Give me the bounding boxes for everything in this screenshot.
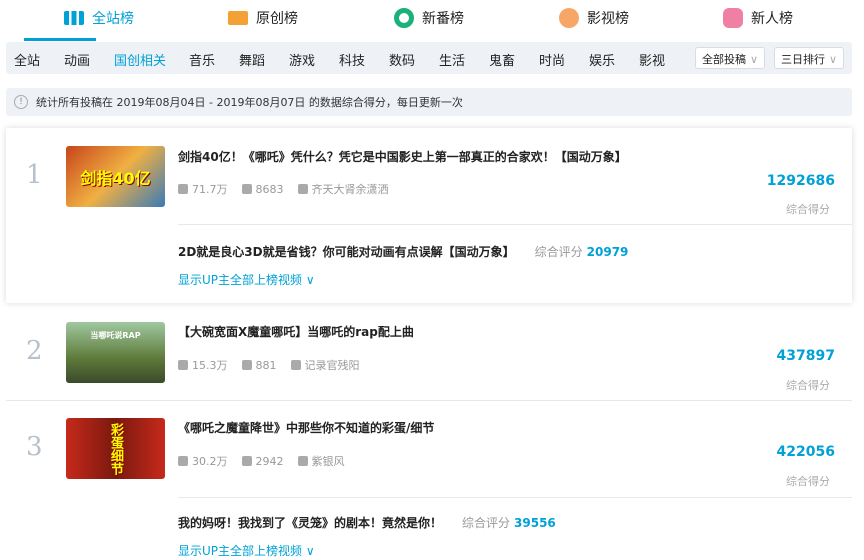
chevron-down-icon: ∨ bbox=[305, 273, 315, 287]
divider bbox=[6, 400, 852, 401]
video-stats: 71.7万 8683 齐天大肾余潇洒 bbox=[178, 181, 389, 197]
nav-item[interactable]: 游戏 bbox=[289, 50, 315, 69]
danmaku-icon bbox=[241, 184, 252, 194]
score-value: 422056 bbox=[776, 444, 835, 460]
divider bbox=[178, 497, 852, 498]
nav-item[interactable]: 时尚 bbox=[539, 50, 565, 69]
show-all-up-videos-link[interactable]: 显示UP主全部上榜视频 ∨ bbox=[178, 271, 315, 288]
nav-item[interactable]: 影视 bbox=[639, 50, 665, 69]
nav-item[interactable]: 全站 bbox=[14, 50, 40, 69]
video-title[interactable]: 【大碗宽面X魔童哪吒】当哪吒的rap配上曲 bbox=[178, 323, 414, 340]
active-tab-underline bbox=[24, 38, 96, 41]
nav-item[interactable]: 娱乐 bbox=[589, 50, 615, 69]
video-title[interactable]: 《哪吒之魔童降世》中那些你不知道的彩蛋/细节 bbox=[178, 419, 434, 436]
user-icon bbox=[297, 456, 308, 466]
play-icon bbox=[178, 184, 188, 194]
nav-item[interactable]: 动画 bbox=[64, 50, 90, 69]
tab-newcomer[interactable]: 新人榜 bbox=[723, 6, 793, 30]
user-icon bbox=[290, 360, 301, 370]
nav-item[interactable]: 音乐 bbox=[189, 50, 215, 69]
crown-icon bbox=[228, 11, 248, 25]
rank-tabs: 全站榜 原创榜 新番榜 影视榜 新人榜 bbox=[0, 0, 864, 41]
video-stats: 30.2万 2942 紫银风 bbox=[178, 453, 345, 469]
video-title[interactable]: 剑指40亿！《哪吒》凭什么？凭它是中国影史上第一部真正的合家欢！【国动万象】 bbox=[178, 148, 627, 165]
tab-all-site[interactable]: 全站榜 bbox=[64, 6, 134, 30]
nav-item[interactable]: 生活 bbox=[439, 50, 465, 69]
tab-original[interactable]: 原创榜 bbox=[228, 6, 298, 30]
tab-bangumi[interactable]: 新番榜 bbox=[394, 6, 464, 30]
time-range-select[interactable]: 三日排行 ∨ bbox=[774, 47, 845, 69]
submission-type-select[interactable]: 全部投稿 ∨ bbox=[695, 47, 766, 69]
nav-item[interactable]: 鬼畜 bbox=[489, 50, 515, 69]
divider bbox=[178, 224, 852, 225]
rank-number: 1 bbox=[26, 160, 43, 190]
author-link[interactable]: 齐天大肾余潇洒 bbox=[297, 181, 389, 197]
score-value: 1292686 bbox=[766, 173, 835, 189]
chevron-down-icon: ∨ bbox=[305, 544, 315, 558]
author-link[interactable]: 紫银风 bbox=[297, 453, 345, 469]
rank-number: 3 bbox=[26, 432, 43, 462]
new-user-icon bbox=[723, 8, 743, 28]
nav-item-active[interactable]: 国创相关 bbox=[114, 50, 166, 69]
video-thumbnail[interactable]: 当哪吒说RAP bbox=[66, 322, 165, 383]
info-notice: ! 统计所有投稿在 2019年08月04日 - 2019年08月07日 的数据综合… bbox=[6, 88, 852, 116]
play-icon bbox=[178, 456, 188, 466]
chevron-down-icon: ∨ bbox=[829, 53, 838, 66]
score-label: 综合得分 bbox=[786, 203, 830, 216]
nav-item[interactable]: 舞蹈 bbox=[239, 50, 265, 69]
related-video: 2D就是良心3D就是省钱？你可能对动画有点误解【国动万象】 综合评分 20979 bbox=[178, 245, 629, 259]
rank-number: 2 bbox=[26, 336, 43, 366]
bar-chart-icon bbox=[64, 11, 84, 25]
show-all-up-videos-link[interactable]: 显示UP主全部上榜视频 ∨ bbox=[178, 542, 315, 559]
ring-icon bbox=[394, 8, 414, 28]
film-reel-icon bbox=[559, 8, 579, 28]
video-stats: 15.3万 881 记录官残阳 bbox=[178, 357, 360, 373]
tab-film[interactable]: 影视榜 bbox=[559, 6, 629, 30]
danmaku-icon bbox=[241, 456, 252, 466]
video-thumbnail[interactable]: 彩蛋细节 bbox=[66, 418, 165, 479]
score-label: 综合得分 bbox=[786, 379, 830, 392]
chevron-down-icon: ∨ bbox=[750, 53, 759, 66]
nav-item[interactable]: 科技 bbox=[339, 50, 365, 69]
danmaku-icon bbox=[241, 360, 252, 370]
category-nav: 全站 动画 国创相关 音乐 舞蹈 游戏 科技 数码 生活 鬼畜 时尚 娱乐 影视… bbox=[6, 42, 852, 74]
author-link[interactable]: 记录官残阳 bbox=[290, 357, 360, 373]
score-label: 综合得分 bbox=[786, 475, 830, 488]
video-thumbnail[interactable]: 剑指40亿 bbox=[66, 146, 165, 207]
user-icon bbox=[297, 184, 308, 194]
score-value: 437897 bbox=[776, 348, 835, 364]
play-icon bbox=[178, 360, 188, 370]
related-video: 我的妈呀！我找到了《灵笼》的剧本！竟然是你！ 综合评分 39556 bbox=[178, 516, 556, 530]
info-icon: ! bbox=[14, 95, 28, 109]
nav-item[interactable]: 数码 bbox=[389, 50, 415, 69]
